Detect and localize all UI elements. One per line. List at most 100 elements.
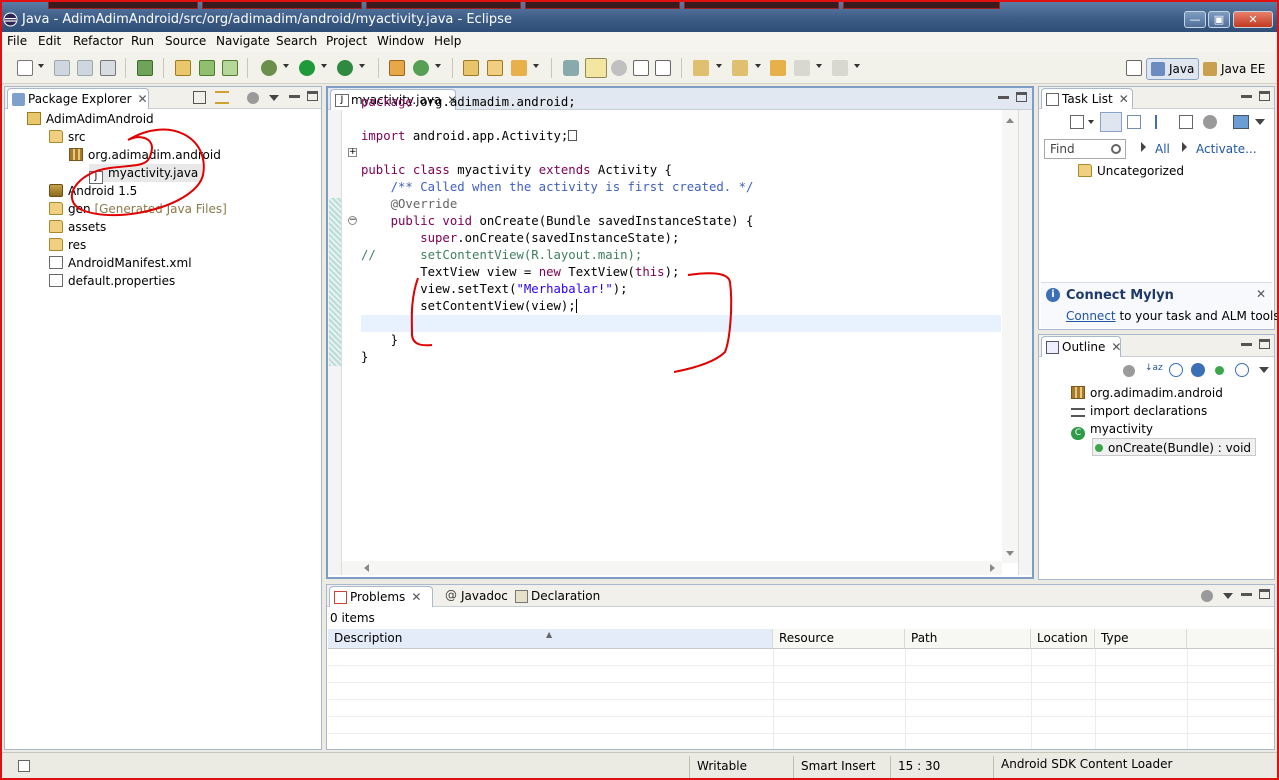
previous-annotation-dropdown-arrow[interactable] (755, 64, 761, 68)
folded-block-icon[interactable] (568, 130, 578, 141)
new-class-icon[interactable] (222, 60, 238, 76)
task-repositories-icon[interactable] (1233, 115, 1249, 129)
paragraph-icon[interactable] (655, 60, 671, 76)
tree-java-file[interactable]: Jmyactivity.java (89, 164, 203, 184)
menu-refactor[interactable]: Refactor (73, 34, 123, 48)
print-icon[interactable] (100, 60, 116, 76)
editor-vertical-scrollbar[interactable] (1002, 110, 1018, 563)
taskbar-button[interactable] (48, 0, 198, 9)
close-tab-icon[interactable]: ✕ (138, 92, 148, 106)
hide-static-icon[interactable] (1191, 363, 1205, 377)
new-package-icon[interactable] (199, 60, 215, 76)
tab-package-explorer[interactable]: Package Explorer ✕ (7, 88, 149, 109)
new-project-icon[interactable] (175, 60, 191, 76)
tree-properties-file[interactable]: default.properties (49, 272, 175, 290)
tree-gen-folder[interactable]: gen [Generated Java Files] (49, 200, 227, 218)
categorized-view-icon[interactable] (1100, 112, 1122, 132)
tab-javadoc[interactable]: @ Javadoc (441, 586, 508, 607)
activate-link[interactable]: Activate... (1196, 142, 1257, 156)
tab-outline[interactable]: Outline ✕ (1041, 336, 1121, 357)
open-folder-icon[interactable] (463, 60, 479, 76)
search-tool-icon[interactable] (511, 60, 527, 76)
hide-local-types-icon[interactable] (1235, 363, 1249, 377)
tab-declaration[interactable]: Declaration (511, 586, 600, 607)
close-mylyn-icon[interactable]: ✕ (1256, 287, 1266, 301)
tree-src-folder[interactable]: src (49, 128, 86, 146)
maximize-view-icon[interactable] (1259, 91, 1270, 101)
perspective-java-button[interactable]: Java (1146, 58, 1200, 80)
fold-expand-icon[interactable]: + (348, 148, 357, 157)
new-dropdown-arrow[interactable] (38, 64, 44, 68)
tree-project[interactable]: AdimAdimAndroid (27, 110, 154, 128)
column-resource[interactable]: Resource (773, 629, 905, 649)
outline-item-package[interactable]: org.adimadim.android (1071, 384, 1223, 402)
view-menu-icon[interactable] (1201, 590, 1213, 602)
run-dropdown-arrow[interactable] (321, 64, 327, 68)
hide-fields-icon[interactable] (1169, 363, 1183, 377)
view-menu-dropdown-icon[interactable] (1255, 119, 1265, 125)
overview-ruler[interactable] (1018, 110, 1032, 575)
taskbar-button[interactable] (684, 0, 839, 9)
scroll-right-icon[interactable] (990, 564, 995, 572)
show-whitespace-icon[interactable] (633, 60, 649, 76)
debug-dropdown-arrow[interactable] (283, 64, 289, 68)
minimize-view-icon[interactable] (289, 95, 300, 98)
maximize-view-icon[interactable] (307, 91, 318, 101)
view-menu-icon[interactable] (247, 92, 259, 104)
forward-dropdown-arrow[interactable] (854, 64, 860, 68)
taskbar-button[interactable] (202, 0, 362, 9)
column-path[interactable]: Path (905, 629, 1031, 649)
code-text-area[interactable]: package org.adimadim.android; import and… (361, 94, 753, 366)
android-sdk-icon[interactable] (137, 60, 153, 76)
filter-all-link[interactable]: All (1155, 142, 1170, 156)
minimize-view-icon[interactable] (1241, 593, 1252, 596)
outline-item-method[interactable]: onCreate(Bundle) : void (1092, 438, 1257, 456)
collapse-all-icon[interactable] (193, 91, 206, 104)
forward-icon[interactable] (832, 60, 848, 76)
next-annotation-icon[interactable] (693, 60, 709, 76)
view-menu-dropdown-icon[interactable] (1223, 593, 1233, 599)
view-menu-dropdown-icon[interactable] (269, 95, 279, 101)
column-location[interactable]: Location (1031, 629, 1095, 649)
menu-navigate[interactable]: Navigate (216, 34, 270, 48)
next-annotation-dropdown-arrow[interactable] (716, 64, 722, 68)
tree-package[interactable]: org.adimadim.android (69, 146, 221, 164)
taskbar-button[interactable] (843, 0, 1000, 9)
find-input[interactable]: Find (1044, 139, 1126, 159)
maximize-view-icon[interactable] (1259, 589, 1270, 599)
minimize-button[interactable]: — (1184, 11, 1206, 28)
save-icon[interactable] (54, 60, 70, 76)
close-tab-icon[interactable]: ✕ (1111, 340, 1121, 354)
synchronize-icon[interactable] (1203, 115, 1217, 129)
perspective-javaee-button[interactable]: Java EE (1198, 58, 1270, 80)
last-edit-location-icon[interactable] (770, 60, 786, 76)
maximize-editor-icon[interactable] (1016, 92, 1027, 102)
annotation-icon[interactable] (563, 60, 579, 76)
menu-help[interactable]: Help (434, 34, 461, 48)
scroll-up-icon[interactable] (1006, 118, 1014, 123)
task-category-uncategorized[interactable]: Uncategorized (1078, 162, 1184, 180)
maximize-view-icon[interactable] (1259, 339, 1270, 349)
menu-window[interactable]: Window (377, 34, 424, 48)
tab-problems[interactable]: Problems ✕ (329, 586, 433, 607)
fold-collapse-icon[interactable]: − (348, 216, 357, 225)
block-selection-icon[interactable] (611, 60, 627, 76)
back-dropdown-arrow[interactable] (816, 64, 822, 68)
focus-workweek-icon[interactable] (1155, 115, 1169, 129)
close-window-button[interactable]: ✕ (1233, 11, 1273, 28)
view-menu-dropdown-icon[interactable] (1259, 367, 1269, 373)
close-tab-icon[interactable]: ✕ (411, 590, 421, 604)
toggle-mark-occurrences-icon[interactable] (585, 58, 607, 78)
previous-annotation-icon[interactable] (732, 60, 748, 76)
taskbar-button[interactable] (525, 0, 680, 9)
open-perspective-icon[interactable] (1126, 60, 1142, 76)
scroll-down-icon[interactable] (1006, 551, 1014, 556)
connect-link[interactable]: Connect (1066, 309, 1116, 323)
save-all-icon[interactable] (77, 60, 93, 76)
editor-horizontal-scrollbar[interactable] (342, 561, 1002, 575)
sort-icon[interactable]: ↓az (1145, 363, 1163, 377)
outline-item-class[interactable]: Cmyactivity (1071, 420, 1153, 440)
tab-task-list[interactable]: Task List ✕ (1041, 88, 1133, 109)
refresh-icon[interactable] (413, 60, 429, 76)
new-icon[interactable] (17, 60, 33, 76)
